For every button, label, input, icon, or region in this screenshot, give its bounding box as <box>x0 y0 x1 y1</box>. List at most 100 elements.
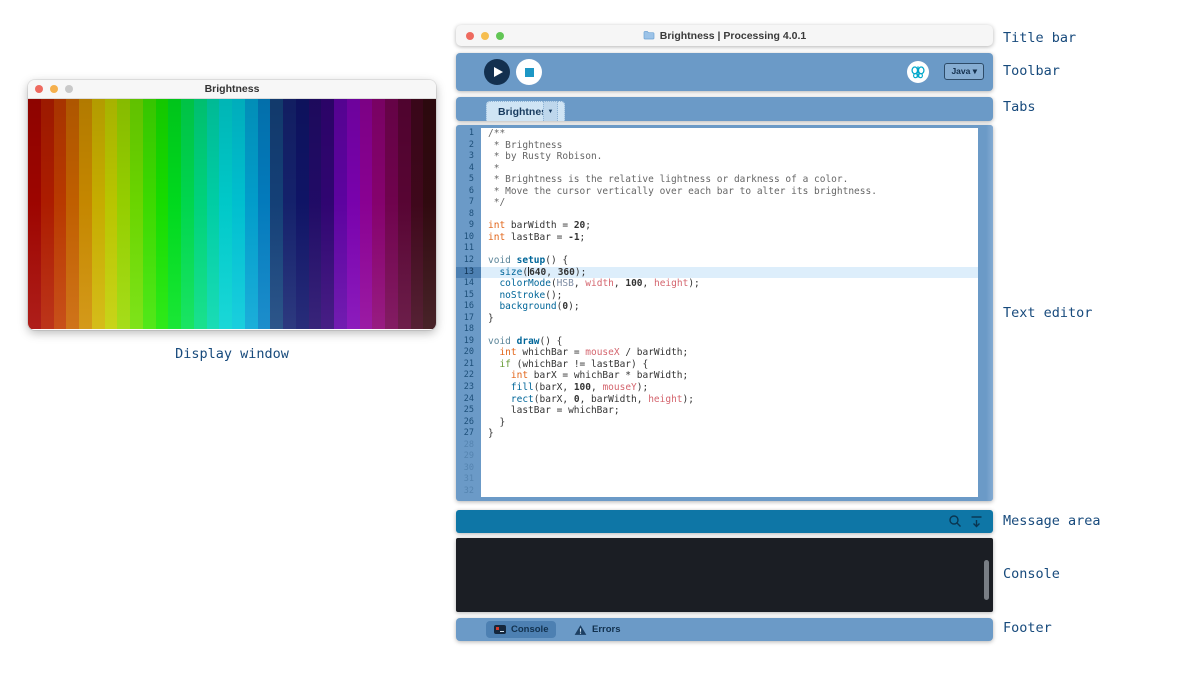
color-bar <box>130 99 143 329</box>
console-scrollbar-thumb[interactable] <box>984 560 989 600</box>
code-line[interactable]: lastBar = whichBar; <box>481 405 978 417</box>
color-bar <box>360 99 373 329</box>
ide-toolbar: Java ▾ <box>456 53 993 91</box>
search-icon[interactable] <box>947 513 963 529</box>
color-bar <box>334 99 347 329</box>
code-line[interactable]: } <box>481 313 978 325</box>
color-bar <box>347 99 360 329</box>
annotation-console: Console <box>1003 566 1060 582</box>
color-bar <box>219 99 232 329</box>
stop-button[interactable] <box>516 59 542 85</box>
code-line[interactable] <box>481 451 978 463</box>
code-line[interactable]: * Brightness <box>481 140 978 152</box>
code-line[interactable]: int lastBar = -1; <box>481 232 978 244</box>
code-line[interactable]: void setup() { <box>481 255 978 267</box>
editor-scrollbar[interactable] <box>978 125 993 501</box>
code-line[interactable]: } <box>481 417 978 429</box>
debug-button[interactable] <box>907 61 929 83</box>
code-line[interactable]: void draw() { <box>481 336 978 348</box>
footer-console-label: Console <box>511 624 548 635</box>
gutter-line-number: 22 <box>456 370 481 382</box>
gutter-line-number: 6 <box>456 186 481 198</box>
ide-tab-bar: Brightness ▼ <box>456 97 993 121</box>
code-line[interactable] <box>481 440 978 452</box>
run-button[interactable] <box>484 59 510 85</box>
code-lines[interactable]: /** * Brightness * by Rusty Robison. * *… <box>481 128 978 497</box>
annotation-toolbar: Toolbar <box>1003 63 1060 79</box>
gutter-line-number: 24 <box>456 394 481 406</box>
code-line[interactable]: * by Rusty Robison. <box>481 151 978 163</box>
gutter-line-number: 3 <box>456 151 481 163</box>
code-line[interactable] <box>481 209 978 221</box>
footer-tab-errors[interactable]: Errors <box>574 621 621 638</box>
ide-titlebar: Brightness | Processing 4.0.1 <box>456 25 993 46</box>
gutter-line-number: 2 <box>456 140 481 152</box>
display-window-titlebar: Brightness <box>28 80 436 99</box>
code-line[interactable]: noStroke(); <box>481 290 978 302</box>
play-icon <box>494 67 503 77</box>
footer-errors-label: Errors <box>592 624 621 635</box>
color-bar <box>232 99 245 329</box>
code-line[interactable]: int whichBar = mouseX / barWidth; <box>481 347 978 359</box>
code-line[interactable] <box>481 324 978 336</box>
gutter-line-number: 1 <box>456 128 481 140</box>
gutter-line-number: 30 <box>456 463 481 475</box>
code-line[interactable] <box>481 474 978 486</box>
code-line[interactable]: rect(barX, 0, barWidth, height); <box>481 394 978 406</box>
code-line[interactable] <box>481 243 978 255</box>
code-line[interactable]: } <box>481 428 978 440</box>
color-bar <box>309 99 322 329</box>
footer-tab-console[interactable]: Console <box>486 621 556 638</box>
color-bar <box>181 99 194 329</box>
color-bar <box>168 99 181 329</box>
code-line[interactable]: background(0); <box>481 301 978 313</box>
gutter-line-number: 28 <box>456 440 481 452</box>
code-line[interactable] <box>481 463 978 475</box>
gutter-line-number: 15 <box>456 290 481 302</box>
gutter-line-number: 13 <box>456 267 481 279</box>
code-line[interactable]: colorMode(HSB, width, 100, height); <box>481 278 978 290</box>
color-bar <box>283 99 296 329</box>
color-bar <box>385 99 398 329</box>
color-bar <box>194 99 207 329</box>
code-line[interactable]: fill(barX, 100, mouseY); <box>481 382 978 394</box>
color-bar <box>28 99 41 329</box>
gutter-line-number: 25 <box>456 405 481 417</box>
code-line[interactable]: int barX = whichBar * barWidth; <box>481 370 978 382</box>
gutter-line-number: 17 <box>456 313 481 325</box>
code-line[interactable]: /** <box>481 128 978 140</box>
gutter-line-number: 23 <box>456 382 481 394</box>
annotation-text-editor: Text editor <box>1003 305 1092 321</box>
code-line[interactable]: * Move the cursor vertically over each b… <box>481 186 978 198</box>
collapse-console-icon[interactable] <box>969 514 984 529</box>
mode-selector-button[interactable]: Java ▾ <box>944 63 984 80</box>
code-line[interactable]: if (whichBar != lastBar) { <box>481 359 978 371</box>
color-bar <box>207 99 220 329</box>
color-bar <box>258 99 271 329</box>
gutter-line-number: 19 <box>456 336 481 348</box>
console-output[interactable] <box>456 538 993 612</box>
sketch-canvas[interactable] <box>28 99 436 329</box>
code-line[interactable]: */ <box>481 197 978 209</box>
color-bar <box>41 99 54 329</box>
color-bar <box>270 99 283 329</box>
color-bar <box>245 99 258 329</box>
code-line[interactable]: * Brightness is the relative lightness o… <box>481 174 978 186</box>
code-line[interactable]: size(640, 360); <box>481 267 978 279</box>
gutter-line-number: 5 <box>456 174 481 186</box>
gutter-line-number: 9 <box>456 220 481 232</box>
color-bar <box>105 99 118 329</box>
color-bar <box>79 99 92 329</box>
code-line[interactable]: int barWidth = 20; <box>481 220 978 232</box>
code-line[interactable] <box>481 486 978 497</box>
color-bar <box>66 99 79 329</box>
code-line[interactable]: * <box>481 163 978 175</box>
color-bar <box>411 99 424 329</box>
gutter-line-number: 4 <box>456 163 481 175</box>
color-bar <box>398 99 411 329</box>
annotation-footer: Footer <box>1003 620 1052 636</box>
gutter-line-number: 20 <box>456 347 481 359</box>
tab-menu-button[interactable]: ▼ <box>543 101 558 121</box>
display-window-title: Brightness <box>28 83 436 95</box>
gutter-line-number: 8 <box>456 209 481 221</box>
